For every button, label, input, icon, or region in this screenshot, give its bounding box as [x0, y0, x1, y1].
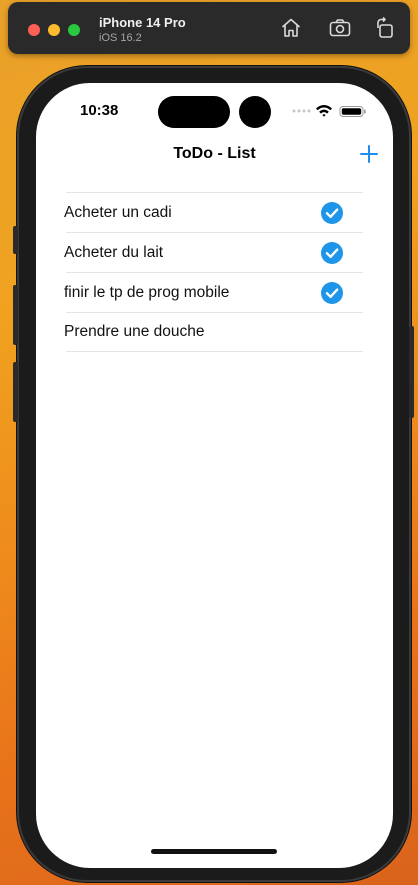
rotate-icon[interactable]: [373, 16, 397, 40]
volume-down-button: [13, 362, 18, 422]
home-indicator[interactable]: [151, 849, 277, 854]
close-window-button[interactable]: [28, 24, 40, 36]
status-icons: [292, 103, 368, 119]
todo-list: Acheter un cadi Acheter du lait finir le t…: [64, 192, 363, 352]
wifi-icon: [316, 105, 332, 117]
volume-up-button: [13, 285, 18, 345]
power-button: [409, 326, 414, 418]
todo-row[interactable]: Acheter un cadi: [64, 192, 363, 232]
battery-icon: [339, 106, 366, 117]
plus-icon[interactable]: [359, 144, 379, 164]
todo-label: finir le tp de prog mobile: [64, 283, 230, 301]
front-camera: [239, 96, 271, 128]
os-version: iOS 16.2: [99, 32, 142, 44]
todo-label: Prendre une douche: [64, 323, 205, 340]
checkmark-circle-icon[interactable]: [321, 202, 343, 224]
todo-label: Acheter du lait: [64, 243, 164, 261]
todo-row[interactable]: Acheter du lait: [64, 232, 363, 272]
mute-switch: [13, 226, 18, 254]
phone-screen: 10:38 ToDo - List Acheter un cadi Achete…: [36, 83, 393, 868]
signal-dots-icon: [292, 109, 311, 113]
status-time: 10:38: [80, 102, 119, 119]
home-icon[interactable]: [279, 16, 303, 40]
device-name: iPhone 14 Pro: [99, 15, 186, 30]
zoom-window-button[interactable]: [68, 24, 80, 36]
simulator-title-bar: iPhone 14 Pro iOS 16.2: [8, 2, 410, 54]
checkmark-circle-icon[interactable]: [321, 282, 343, 304]
todo-label: Acheter un cadi: [64, 203, 172, 221]
page-title: ToDo - List: [173, 145, 256, 162]
minimize-window-button[interactable]: [48, 24, 60, 36]
todo-row[interactable]: finir le tp de prog mobile: [64, 272, 363, 312]
checkmark-circle-icon[interactable]: [321, 242, 343, 264]
dynamic-island: [158, 96, 230, 128]
screenshot-icon[interactable]: [328, 16, 352, 40]
todo-row[interactable]: Prendre une douche: [64, 312, 363, 352]
